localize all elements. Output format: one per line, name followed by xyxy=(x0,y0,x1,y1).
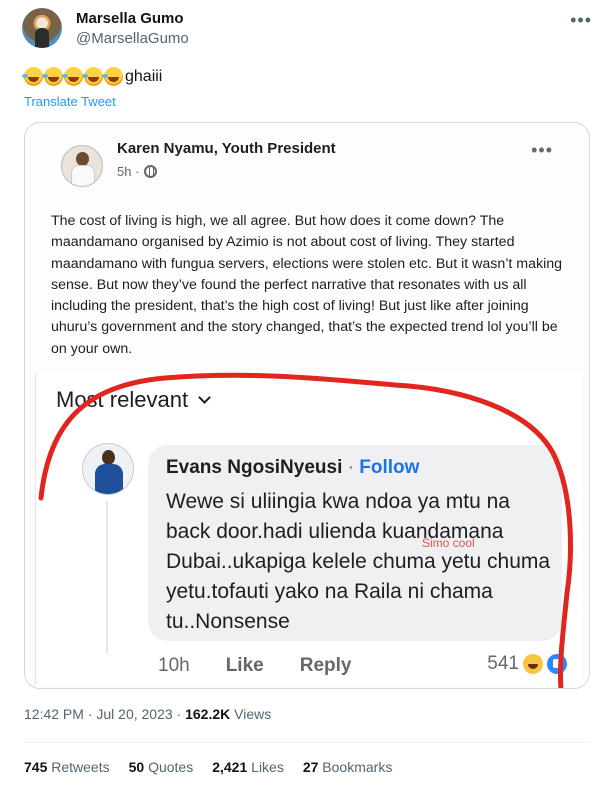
bookmarks-count: 27 xyxy=(302,759,319,775)
timestamp-text[interactable]: 12:42 PM · Jul 20, 2023 · xyxy=(24,706,185,722)
tweet-stats: 745 Retweets 50 Quotes 2,421 Likes 27 Bo… xyxy=(24,759,392,775)
tweet-text-label: ghaiii xyxy=(125,67,163,85)
comment-bubble: Evans NgosiNyeusi · Follow Wewe si uliin… xyxy=(148,445,562,641)
commenter-name: Evans NgosiNyeusi xyxy=(166,457,343,478)
views-label: Views xyxy=(230,706,272,722)
likes-stat[interactable]: 2,421 Likes xyxy=(212,759,284,775)
rolling-laughing-emoji-icon xyxy=(62,67,83,86)
likes-count: 2,421 xyxy=(212,759,248,775)
post-time: 5h · xyxy=(117,164,140,179)
comment-text: Wewe si uliingia kwa ndoa ya mtu na back… xyxy=(166,490,551,633)
haha-reaction-icon xyxy=(523,654,543,674)
views-count: 162.2K xyxy=(185,706,231,722)
reaction-count: 541 xyxy=(487,653,519,674)
quotes-count: 50 xyxy=(128,759,145,775)
retweets-stat[interactable]: 745 Retweets xyxy=(24,759,110,775)
translate-tweet-link[interactable]: Translate Tweet xyxy=(24,94,116,109)
comment-sort: Most relevant xyxy=(56,387,211,413)
comment-reactions: 541 xyxy=(487,653,567,675)
rolling-laughing-emoji-icon xyxy=(102,67,123,86)
chevron-down-icon xyxy=(198,390,211,404)
author-display-name[interactable]: Marsella Gumo xyxy=(76,10,184,27)
commenter-avatar xyxy=(82,443,134,495)
like-reaction-icon xyxy=(547,654,567,674)
name-separator: · xyxy=(342,457,360,478)
quotes-label: Quotes xyxy=(144,759,194,775)
facebook-post-card: Karen Nyamu, Youth President 5h · ••• Th… xyxy=(25,123,589,688)
post-author-avatar xyxy=(61,145,103,187)
rolling-laughing-emoji-icon xyxy=(22,67,43,86)
quotes-stat[interactable]: 50 Quotes xyxy=(129,759,194,775)
more-options-button[interactable]: ••• xyxy=(570,10,592,31)
bookmarks-label: Bookmarks xyxy=(318,759,393,775)
tweet-media-image[interactable]: Karen Nyamu, Youth President 5h · ••• Th… xyxy=(24,122,590,689)
bookmarks-stat[interactable]: 27 Bookmarks xyxy=(303,759,393,775)
comment-actions: 10h Like Reply xyxy=(158,655,351,677)
globe-icon xyxy=(144,165,158,178)
retweets-count: 745 xyxy=(24,759,48,775)
tweet-text: ghaiii xyxy=(22,67,163,86)
rolling-laughing-emoji-icon xyxy=(82,67,103,86)
comment-reply: Reply xyxy=(299,655,352,676)
author-avatar[interactable] xyxy=(22,8,62,48)
follow-link: Follow xyxy=(359,457,420,478)
comment-time: 10h xyxy=(158,655,190,676)
likes-label: Likes xyxy=(247,759,284,775)
tweet-timestamp: 12:42 PM · Jul 20, 2023 · 162.2K Views xyxy=(24,706,271,722)
post-body: The cost of living is high, we all agree… xyxy=(51,213,563,357)
post-more-icon: ••• xyxy=(531,140,553,160)
commenter-name-line: Evans NgosiNyeusi · Follow xyxy=(166,457,419,479)
post-author-name: Karen Nyamu, Youth President xyxy=(117,140,336,157)
rolling-laughing-emoji-icon xyxy=(42,67,63,86)
tweet-header: Marsella Gumo @MarsellaGumo ••• xyxy=(22,8,592,50)
comment-sort-label: Most relevant xyxy=(56,387,189,412)
watermark-text: Simo cool xyxy=(422,536,475,550)
author-handle[interactable]: @MarsellaGumo xyxy=(76,30,189,47)
comments-section: Most relevant Evans NgosiNyeusi · Follow… xyxy=(35,373,581,685)
post-meta: 5h · xyxy=(117,164,158,179)
comment-like: Like xyxy=(225,655,264,676)
emoji-row xyxy=(22,67,124,86)
retweets-label: Retweets xyxy=(47,759,110,775)
divider xyxy=(24,742,590,743)
thread-line xyxy=(106,501,108,653)
